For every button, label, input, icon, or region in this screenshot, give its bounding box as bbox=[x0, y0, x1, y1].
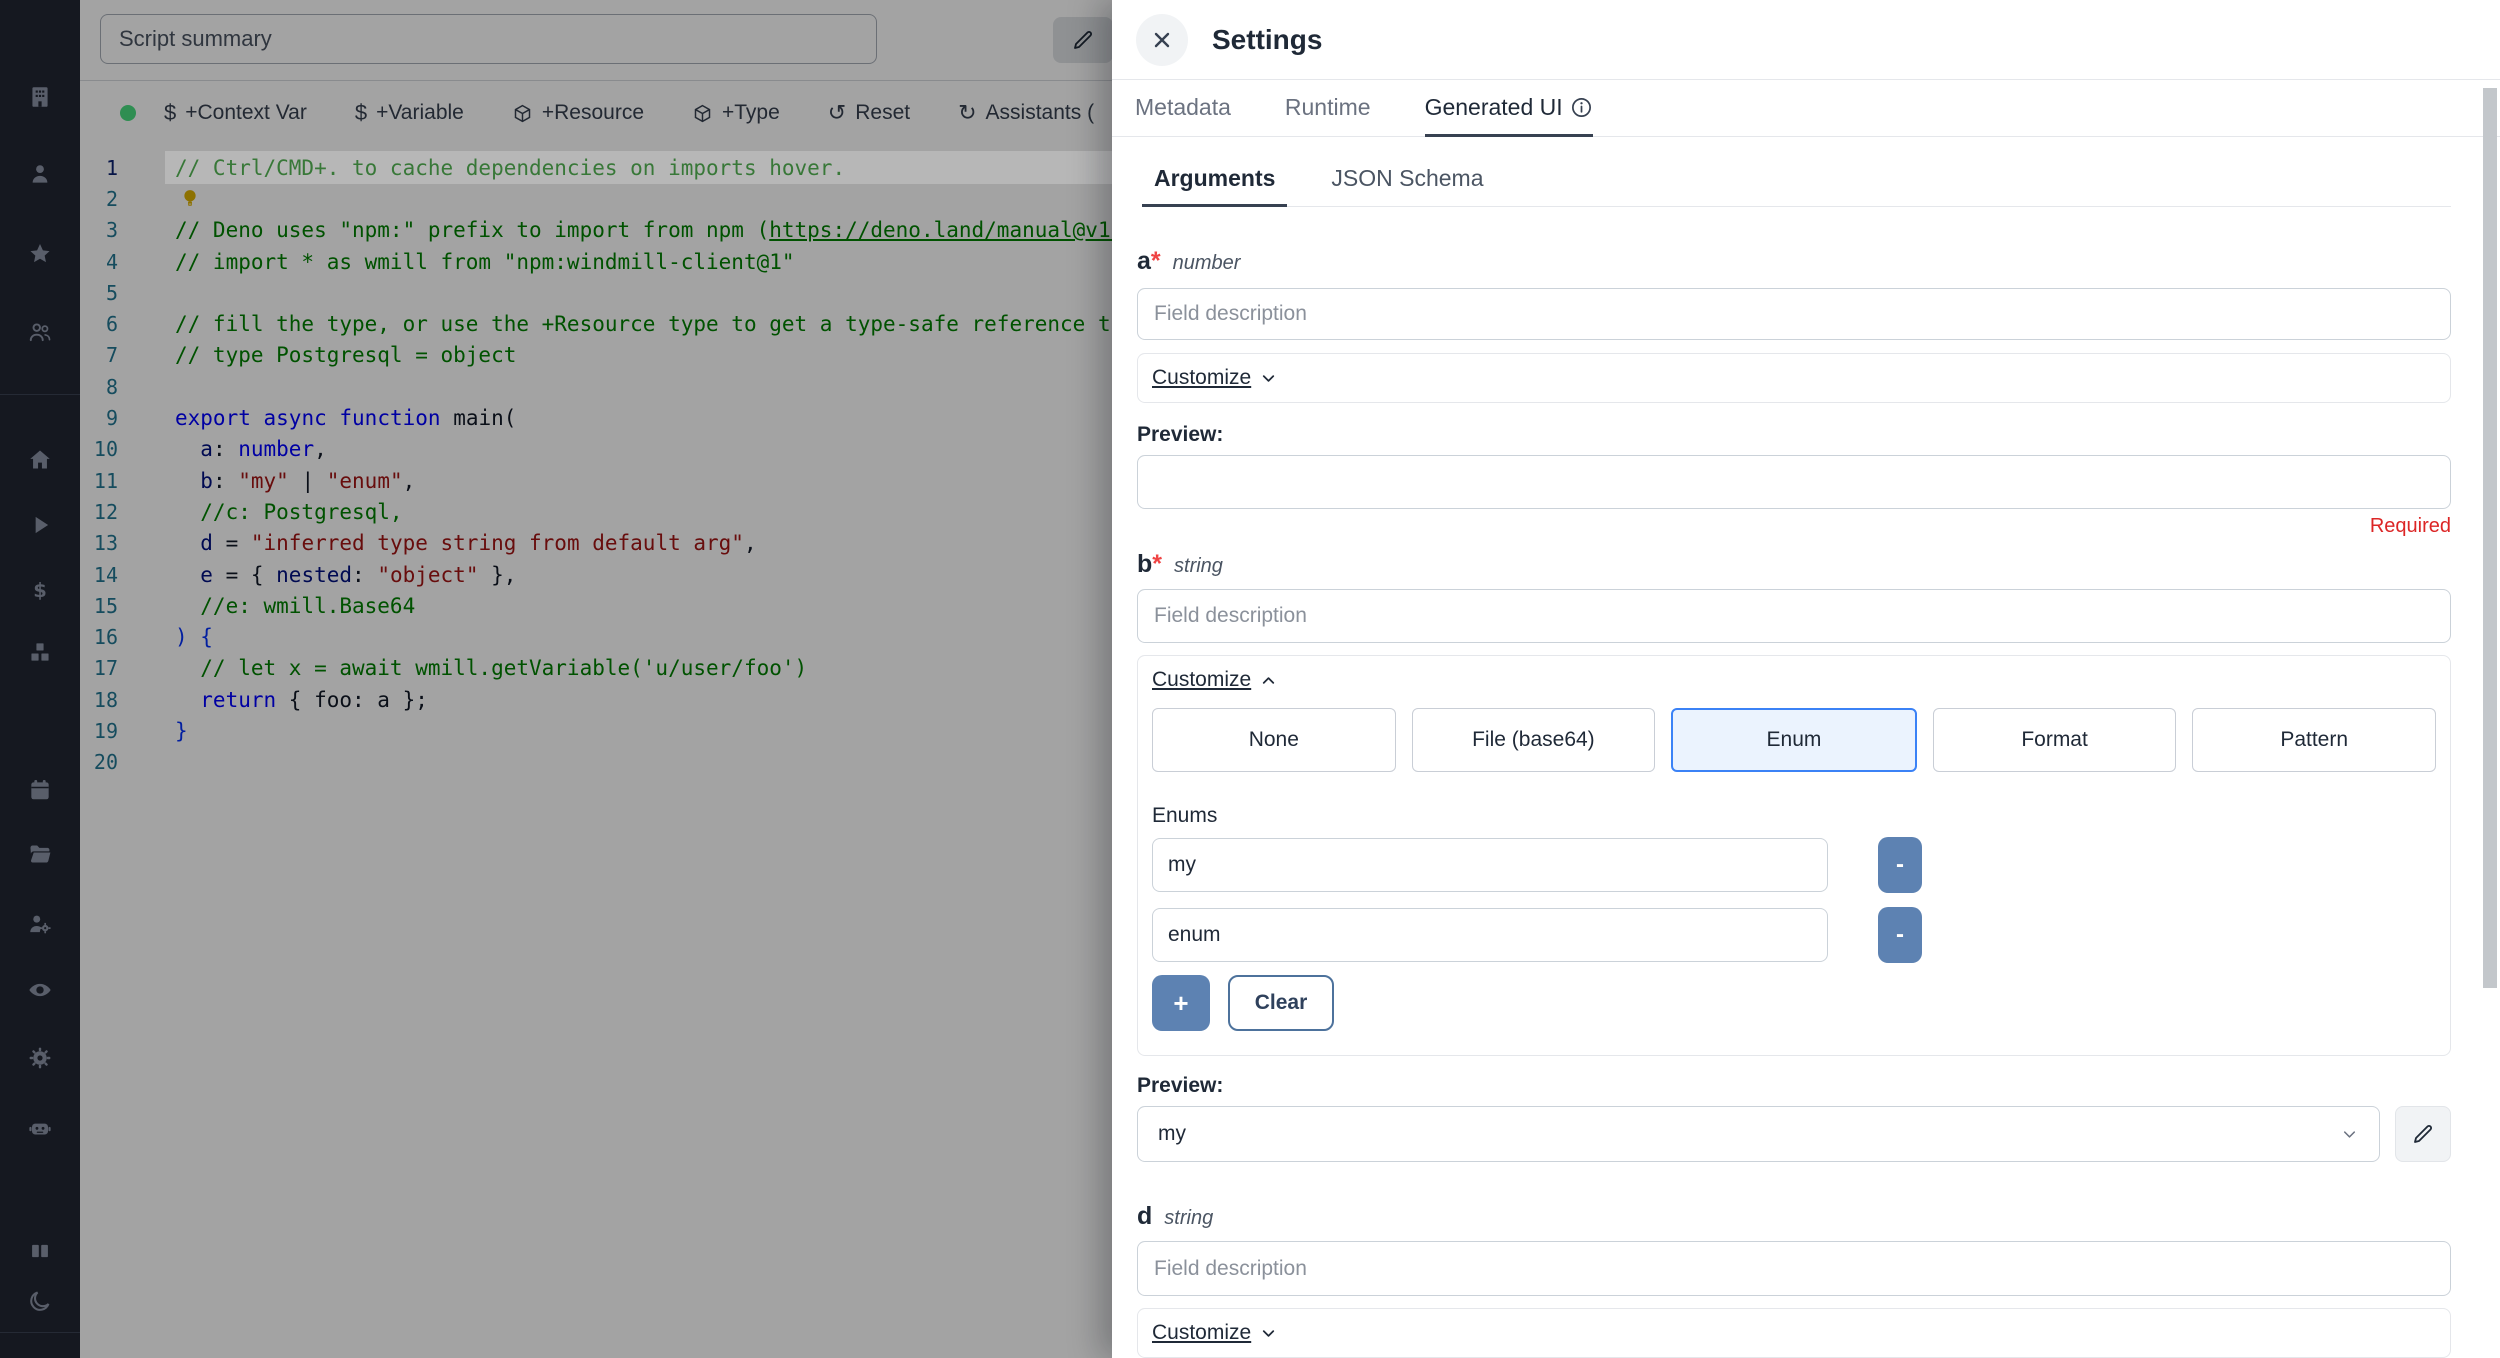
tab-metadata[interactable]: Metadata bbox=[1135, 80, 1231, 137]
current-line-highlight bbox=[165, 151, 1112, 184]
required-asterisk: * bbox=[1150, 247, 1161, 275]
remove-enum-button-0[interactable]: - bbox=[1878, 837, 1922, 893]
drawer-title: Settings bbox=[1212, 23, 1323, 55]
field-b-name: b* bbox=[1137, 550, 1163, 578]
edit-preview-button[interactable] bbox=[2395, 1106, 2451, 1162]
clear-enums-button[interactable]: Clear bbox=[1228, 975, 1334, 1031]
close-icon bbox=[1154, 32, 1170, 47]
field-a-header: a* number bbox=[1137, 247, 2451, 276]
drawer-header: Settings bbox=[1112, 0, 2500, 80]
field-d-header: d string bbox=[1137, 1202, 2451, 1231]
variant-enum[interactable]: Enum bbox=[1671, 708, 1917, 772]
variant-file-base64[interactable]: File (base64) bbox=[1411, 708, 1656, 772]
field-b-header: b* string bbox=[1137, 550, 2451, 579]
enum-row-0: - bbox=[1152, 837, 2436, 893]
settings-drawer: Settings Metadata Runtime Generated UI Arg… bbox=[1112, 0, 2500, 1358]
field-a-type: number bbox=[1172, 252, 1241, 274]
chevron-down-icon bbox=[1263, 374, 1275, 382]
field-b-preview-label: Preview: bbox=[1137, 1074, 1224, 1097]
variant-pattern[interactable]: Pattern bbox=[2192, 708, 2436, 772]
field-d-name: d bbox=[1137, 1202, 1153, 1230]
field-b-customize-toggle[interactable]: Customize bbox=[1152, 668, 1278, 692]
app-root: $ $+Context Var$+Variable+Resource+Type↺… bbox=[0, 0, 2500, 1358]
chevron-down-icon bbox=[2343, 1130, 2356, 1138]
enums-label: Enums bbox=[1152, 804, 1218, 827]
field-b-customize-box: Customize None File (base64) Enum Format Pat… bbox=[1137, 655, 2451, 1056]
drawer-scrollbar[interactable] bbox=[2483, 88, 2497, 988]
field-b-type: string bbox=[1174, 555, 1223, 577]
required-asterisk: * bbox=[1152, 550, 1163, 578]
arguments-form: a* number Customize Preview: Required b*… bbox=[1112, 247, 2500, 1358]
pencil-icon bbox=[2414, 1125, 2432, 1143]
info-icon bbox=[1571, 97, 1591, 117]
field-a-description-input[interactable] bbox=[1137, 288, 2451, 340]
variant-format[interactable]: Format bbox=[1932, 708, 2177, 772]
field-b-description-input[interactable] bbox=[1137, 589, 2451, 643]
field-a-preview-label: Preview: bbox=[1137, 423, 1224, 446]
schema-subtabs: Arguments JSON Schema bbox=[1142, 165, 2451, 207]
field-a-customize-box: Customize bbox=[1137, 353, 2451, 403]
preview-select-value: my bbox=[1158, 1122, 1186, 1145]
remove-enum-button-1[interactable]: - bbox=[1878, 907, 1922, 963]
field-d-type: string bbox=[1164, 1207, 1214, 1229]
tab-runtime[interactable]: Runtime bbox=[1285, 80, 1371, 137]
add-enum-button[interactable]: + bbox=[1152, 975, 1210, 1031]
variant-none[interactable]: None bbox=[1152, 708, 1396, 772]
subtab-json-schema[interactable]: JSON Schema bbox=[1319, 165, 1495, 207]
string-variant-options: None File (base64) Enum Format Pattern bbox=[1152, 708, 2436, 772]
field-d-customize-toggle[interactable]: Customize bbox=[1152, 1321, 1278, 1345]
tab-generated-ui[interactable]: Generated UI bbox=[1424, 80, 1593, 137]
enum-value-input-0[interactable] bbox=[1152, 838, 1828, 892]
field-a-required-message: Required bbox=[2369, 515, 2451, 537]
field-a-name: a* bbox=[1137, 247, 1161, 275]
chevron-up-icon bbox=[1263, 676, 1275, 684]
field-a-preview-input[interactable] bbox=[1137, 455, 2451, 509]
settings-tabs: Metadata Runtime Generated UI bbox=[1112, 80, 2500, 137]
field-d-description-input[interactable] bbox=[1137, 1241, 2451, 1296]
field-a-customize-toggle[interactable]: Customize bbox=[1152, 366, 1278, 390]
field-d-customize-box: Customize bbox=[1137, 1308, 2451, 1358]
enum-value-input-1[interactable] bbox=[1152, 908, 1828, 962]
enum-actions: + Clear bbox=[1152, 975, 2436, 1043]
field-b-preview-row: my bbox=[1137, 1106, 2451, 1162]
subtab-arguments[interactable]: Arguments bbox=[1142, 165, 1288, 207]
field-b-preview-select[interactable]: my bbox=[1137, 1106, 2380, 1162]
enum-row-1: - bbox=[1152, 907, 2436, 963]
close-button[interactable] bbox=[1136, 13, 1188, 66]
chevron-down-icon bbox=[1263, 1329, 1275, 1337]
